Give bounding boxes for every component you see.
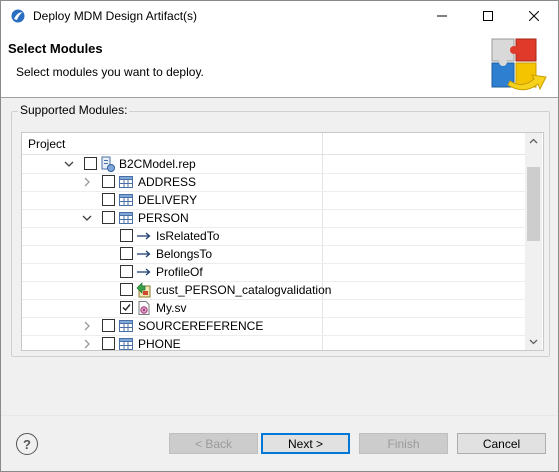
checkbox[interactable]: [120, 229, 133, 242]
vertical-scrollbar[interactable]: [525, 133, 542, 350]
title-bar: Deploy MDM Design Artifact(s): [1, 1, 558, 31]
tree-row[interactable]: cust_PERSON_catalogvalidation: [22, 281, 525, 300]
close-button[interactable]: [511, 1, 557, 31]
group-label: Supported Modules:: [18, 103, 130, 117]
close-icon: [529, 11, 539, 21]
modules-tree[interactable]: Project B2CModel.rep ADDRESS DELIVERY PE…: [21, 132, 544, 351]
relationship-arrow-icon: [137, 232, 151, 240]
saved-view-icon: [138, 301, 150, 315]
tree-row-label: My.sv: [156, 301, 187, 315]
scroll-up-arrow-icon[interactable]: [529, 137, 538, 146]
tree-row[interactable]: ProfileOf: [22, 263, 525, 282]
repository-icon: [101, 156, 115, 172]
tree-row-label: PHONE: [138, 337, 181, 351]
checkbox[interactable]: [84, 157, 97, 170]
deploy-puzzle-icon: [491, 38, 547, 91]
tree-row-label: ADDRESS: [138, 175, 197, 189]
page-title: Select Modules: [8, 41, 103, 56]
tree-row-label: cust_PERSON_catalogvalidation: [156, 283, 332, 297]
tree-row-label: DELIVERY: [138, 193, 198, 207]
tree-row-label: B2CModel.rep: [119, 157, 196, 171]
back-button[interactable]: < Back: [169, 433, 258, 454]
window-title: Deploy MDM Design Artifact(s): [33, 9, 198, 23]
chevron-right-icon[interactable]: [82, 321, 92, 331]
table-icon: [119, 320, 133, 332]
finish-button[interactable]: Finish: [359, 433, 448, 454]
tree-row[interactable]: B2CModel.rep: [22, 155, 525, 174]
tree-row[interactable]: PHONE: [22, 335, 525, 351]
tree-row-label: SOURCEREFERENCE: [138, 319, 264, 333]
checkbox[interactable]: [120, 283, 133, 296]
wizard-header: Select Modules Select modules you want t…: [1, 31, 558, 98]
chevron-right-icon[interactable]: [82, 177, 92, 187]
checkbox[interactable]: [102, 337, 115, 350]
supported-modules-group: Supported Modules: Project B2CModel.rep: [11, 103, 550, 357]
relationship-arrow-icon: [137, 268, 151, 276]
help-button[interactable]: ?: [16, 433, 38, 455]
tree-row-label: IsRelatedTo: [156, 229, 220, 243]
checkbox[interactable]: [120, 265, 133, 278]
maximize-button[interactable]: [465, 1, 511, 31]
next-button[interactable]: Next >: [261, 433, 350, 454]
scrollbar-thumb[interactable]: [527, 167, 540, 241]
minimize-button[interactable]: [419, 1, 465, 31]
scroll-down-arrow-icon[interactable]: [529, 337, 538, 346]
checkbox[interactable]: [120, 247, 133, 260]
tree-row[interactable]: My.sv: [22, 299, 525, 318]
tree-header: Project: [22, 133, 525, 155]
checkbox[interactable]: [102, 193, 115, 206]
tree-row[interactable]: PERSON: [22, 209, 525, 228]
tree-row[interactable]: ADDRESS: [22, 173, 525, 192]
chevron-down-icon[interactable]: [64, 159, 74, 169]
maximize-icon: [483, 11, 493, 21]
checkmark-icon: [122, 304, 131, 312]
tree-row-label: PERSON: [138, 211, 189, 225]
table-icon: [119, 194, 133, 206]
table-icon: [119, 212, 133, 224]
button-bar-divider: [1, 415, 558, 416]
minimize-icon: [437, 15, 447, 17]
page-description: Select modules you want to deploy.: [16, 65, 204, 79]
checkbox-checked[interactable]: [120, 301, 133, 314]
wizard-window: Deploy MDM Design Artifact(s) Select Mod…: [0, 0, 559, 472]
table-icon: [119, 338, 133, 350]
app-icon: [11, 9, 25, 23]
tree-row-label: BelongsTo: [156, 247, 213, 261]
relationship-arrow-icon: [137, 250, 151, 258]
table-icon: [119, 176, 133, 188]
tree-row-label: ProfileOf: [156, 265, 203, 279]
tree-row[interactable]: BelongsTo: [22, 245, 525, 264]
checkbox[interactable]: [102, 175, 115, 188]
validation-script-icon: [136, 282, 151, 298]
tree-row[interactable]: SOURCEREFERENCE: [22, 317, 525, 336]
chevron-down-icon[interactable]: [82, 213, 92, 223]
chevron-right-icon[interactable]: [82, 339, 92, 349]
cancel-button[interactable]: Cancel: [457, 433, 546, 454]
column-header-project[interactable]: Project: [28, 137, 65, 151]
checkbox[interactable]: [102, 319, 115, 332]
checkbox[interactable]: [102, 211, 115, 224]
tree-row[interactable]: DELIVERY: [22, 191, 525, 210]
tree-row[interactable]: IsRelatedTo: [22, 227, 525, 246]
